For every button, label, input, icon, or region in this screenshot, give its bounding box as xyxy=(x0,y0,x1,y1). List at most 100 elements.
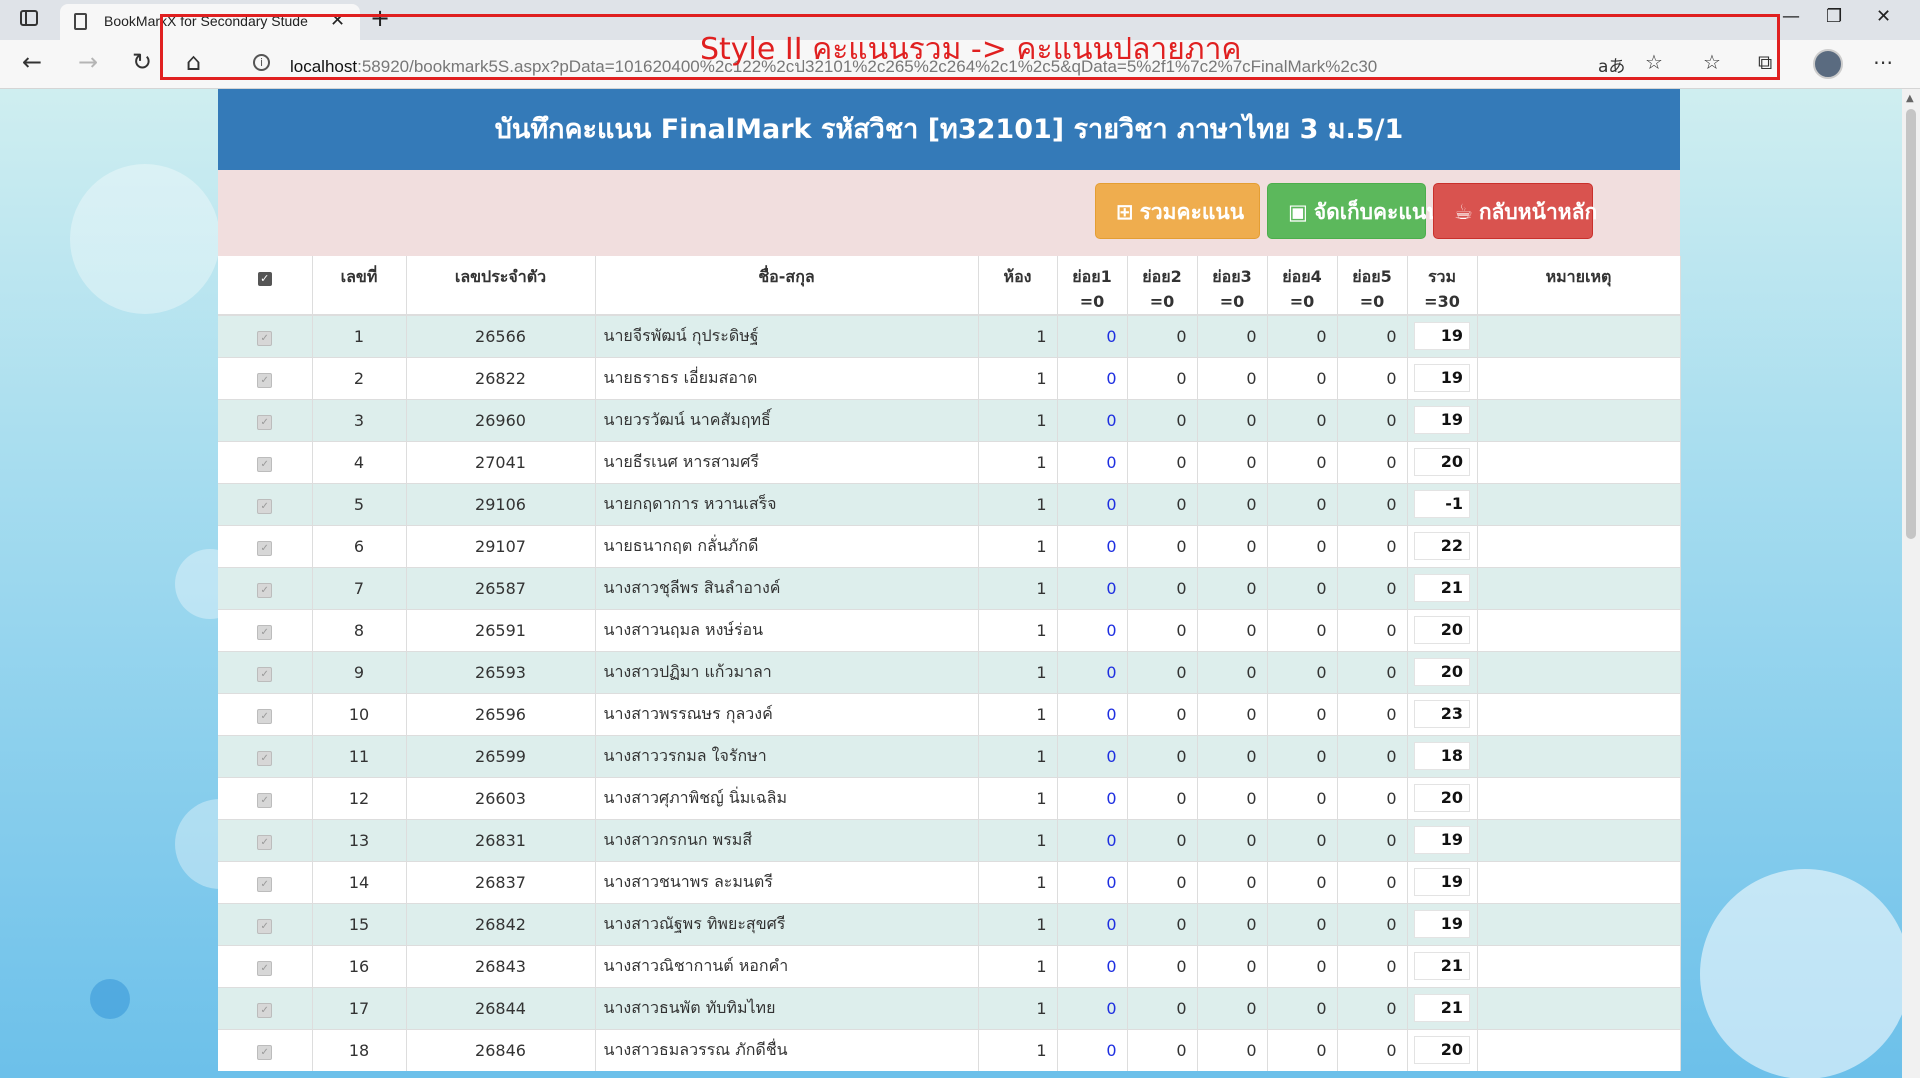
row-sub4: 0 xyxy=(1267,314,1338,357)
row-checkbox[interactable]: ✓ xyxy=(257,457,273,472)
row-total-cell: 20 xyxy=(1407,650,1478,693)
row-sub3: 0 xyxy=(1197,314,1268,357)
back-icon[interactable]: ← xyxy=(22,48,42,76)
row-sub4: 0 xyxy=(1267,818,1338,861)
minimize-icon[interactable]: — xyxy=(1782,6,1800,27)
row-no: 18 xyxy=(312,1028,407,1071)
total-score-input[interactable]: 21 xyxy=(1414,994,1470,1022)
row-sub3: 0 xyxy=(1197,944,1268,987)
row-checkbox[interactable]: ✓ xyxy=(257,835,273,850)
row-checkbox[interactable]: ✓ xyxy=(257,625,273,640)
total-score-input[interactable]: 21 xyxy=(1414,952,1470,980)
total-score-input[interactable]: 19 xyxy=(1414,826,1470,854)
table-row: ✓ 3 26960 นายวรวัฒน์ นาคสัมฤทธิ์ 1 0 0 0 0 0 19 xyxy=(218,398,1681,441)
total-score-input[interactable]: 19 xyxy=(1414,322,1470,351)
row-checkbox[interactable]: ✓ xyxy=(257,919,273,934)
row-select-cell[interactable]: ✓ xyxy=(218,818,313,861)
row-sub1: 0 xyxy=(1057,314,1128,357)
save-score-button[interactable]: ▣ จัดเก็บคะแนน xyxy=(1267,183,1441,239)
more-menu-icon[interactable]: ⋯ xyxy=(1873,50,1893,74)
row-room: 1 xyxy=(978,566,1058,609)
row-select-cell[interactable]: ✓ xyxy=(218,524,313,567)
row-student-id: 26596 xyxy=(406,692,596,735)
row-checkbox[interactable]: ✓ xyxy=(257,331,273,347)
row-student-id: 26591 xyxy=(406,608,596,651)
row-select-cell[interactable]: ✓ xyxy=(218,482,313,525)
row-room: 1 xyxy=(978,650,1058,693)
row-room: 1 xyxy=(978,1028,1058,1071)
row-checkbox[interactable]: ✓ xyxy=(257,667,273,682)
row-checkbox[interactable]: ✓ xyxy=(257,583,273,598)
scroll-thumb[interactable] xyxy=(1906,109,1916,539)
row-select-cell[interactable]: ✓ xyxy=(218,314,313,357)
row-select-cell[interactable]: ✓ xyxy=(218,398,313,441)
row-select-cell[interactable]: ✓ xyxy=(218,440,313,483)
row-checkbox[interactable]: ✓ xyxy=(257,1003,273,1018)
total-score-input[interactable]: 20 xyxy=(1414,1036,1470,1065)
row-select-cell[interactable]: ✓ xyxy=(218,692,313,735)
sum-score-button[interactable]: ⊞ รวมคะแนน xyxy=(1095,183,1260,239)
row-sub4: 0 xyxy=(1267,860,1338,903)
row-checkbox[interactable]: ✓ xyxy=(257,709,273,724)
vertical-scrollbar[interactable]: ▲ xyxy=(1902,89,1920,1078)
row-select-cell[interactable]: ✓ xyxy=(218,986,313,1029)
row-checkbox[interactable]: ✓ xyxy=(257,415,273,430)
back-home-button[interactable]: ☕ กลับหน้าหลัก xyxy=(1433,183,1597,239)
row-no: 8 xyxy=(312,608,407,651)
row-note xyxy=(1477,356,1681,399)
row-select-cell[interactable]: ✓ xyxy=(218,356,313,399)
refresh-icon[interactable]: ↻ xyxy=(132,48,152,76)
restore-icon[interactable]: ❐ xyxy=(1826,6,1842,27)
row-sub5: 0 xyxy=(1337,1028,1408,1071)
total-score-input[interactable]: 19 xyxy=(1414,364,1470,392)
table-row: ✓ 7 26587 นางสาวชุลีพร สินลำอางค์ 1 0 0 0 0 0 21 xyxy=(218,566,1681,609)
row-name: นางสาวณัฐพร ทิพยะสุขศรี xyxy=(595,902,979,945)
row-select-cell[interactable]: ✓ xyxy=(218,902,313,945)
close-window-icon[interactable]: ✕ xyxy=(1876,6,1891,27)
row-select-cell[interactable]: ✓ xyxy=(218,734,313,777)
row-room: 1 xyxy=(978,608,1058,651)
total-score-input[interactable]: 20 xyxy=(1414,784,1470,812)
total-score-input[interactable]: 18 xyxy=(1414,742,1470,770)
select-all-checkbox[interactable]: ✓ xyxy=(257,272,272,286)
row-checkbox[interactable]: ✓ xyxy=(257,541,273,556)
row-total-cell: -1 xyxy=(1407,482,1478,525)
tab-actions-icon[interactable] xyxy=(20,10,38,26)
row-checkbox[interactable]: ✓ xyxy=(257,877,273,892)
decor-bubble xyxy=(70,164,220,314)
row-name: นายกฤดาการ หวานเสร็จ xyxy=(595,482,979,525)
row-select-cell[interactable]: ✓ xyxy=(218,1028,313,1071)
total-score-input[interactable]: -1 xyxy=(1414,490,1470,518)
profile-avatar[interactable] xyxy=(1813,49,1843,79)
row-checkbox[interactable]: ✓ xyxy=(257,373,273,388)
total-score-input[interactable]: 19 xyxy=(1414,406,1470,434)
row-checkbox[interactable]: ✓ xyxy=(257,1045,273,1061)
total-score-input[interactable]: 23 xyxy=(1414,700,1470,728)
row-checkbox[interactable]: ✓ xyxy=(257,499,273,514)
row-select-cell[interactable]: ✓ xyxy=(218,608,313,651)
total-score-input[interactable]: 21 xyxy=(1414,574,1470,602)
row-select-cell[interactable]: ✓ xyxy=(218,650,313,693)
row-checkbox[interactable]: ✓ xyxy=(257,751,273,766)
row-sub3: 0 xyxy=(1197,692,1268,735)
select-all-header[interactable]: ✓ xyxy=(218,256,313,316)
total-score-input[interactable]: 22 xyxy=(1414,532,1470,560)
forward-icon[interactable]: → xyxy=(78,48,98,76)
row-select-cell[interactable]: ✓ xyxy=(218,944,313,987)
col-no: เลขที่ xyxy=(312,256,407,316)
total-score-input[interactable]: 20 xyxy=(1414,616,1470,644)
total-score-input[interactable]: 20 xyxy=(1414,658,1470,686)
row-select-cell[interactable]: ✓ xyxy=(218,776,313,819)
row-name: นายธนากฤต กลั่นภักดี xyxy=(595,524,979,567)
scroll-up-icon[interactable]: ▲ xyxy=(1906,93,1914,104)
row-select-cell[interactable]: ✓ xyxy=(218,566,313,609)
total-score-input[interactable]: 19 xyxy=(1414,868,1470,896)
row-checkbox[interactable]: ✓ xyxy=(257,793,273,808)
row-name: นางสาวชนาพร ละมนตรี xyxy=(595,860,979,903)
row-select-cell[interactable]: ✓ xyxy=(218,860,313,903)
row-student-id: 26843 xyxy=(406,944,596,987)
row-room: 1 xyxy=(978,986,1058,1029)
total-score-input[interactable]: 19 xyxy=(1414,910,1470,938)
total-score-input[interactable]: 20 xyxy=(1414,448,1470,476)
row-checkbox[interactable]: ✓ xyxy=(257,961,273,976)
